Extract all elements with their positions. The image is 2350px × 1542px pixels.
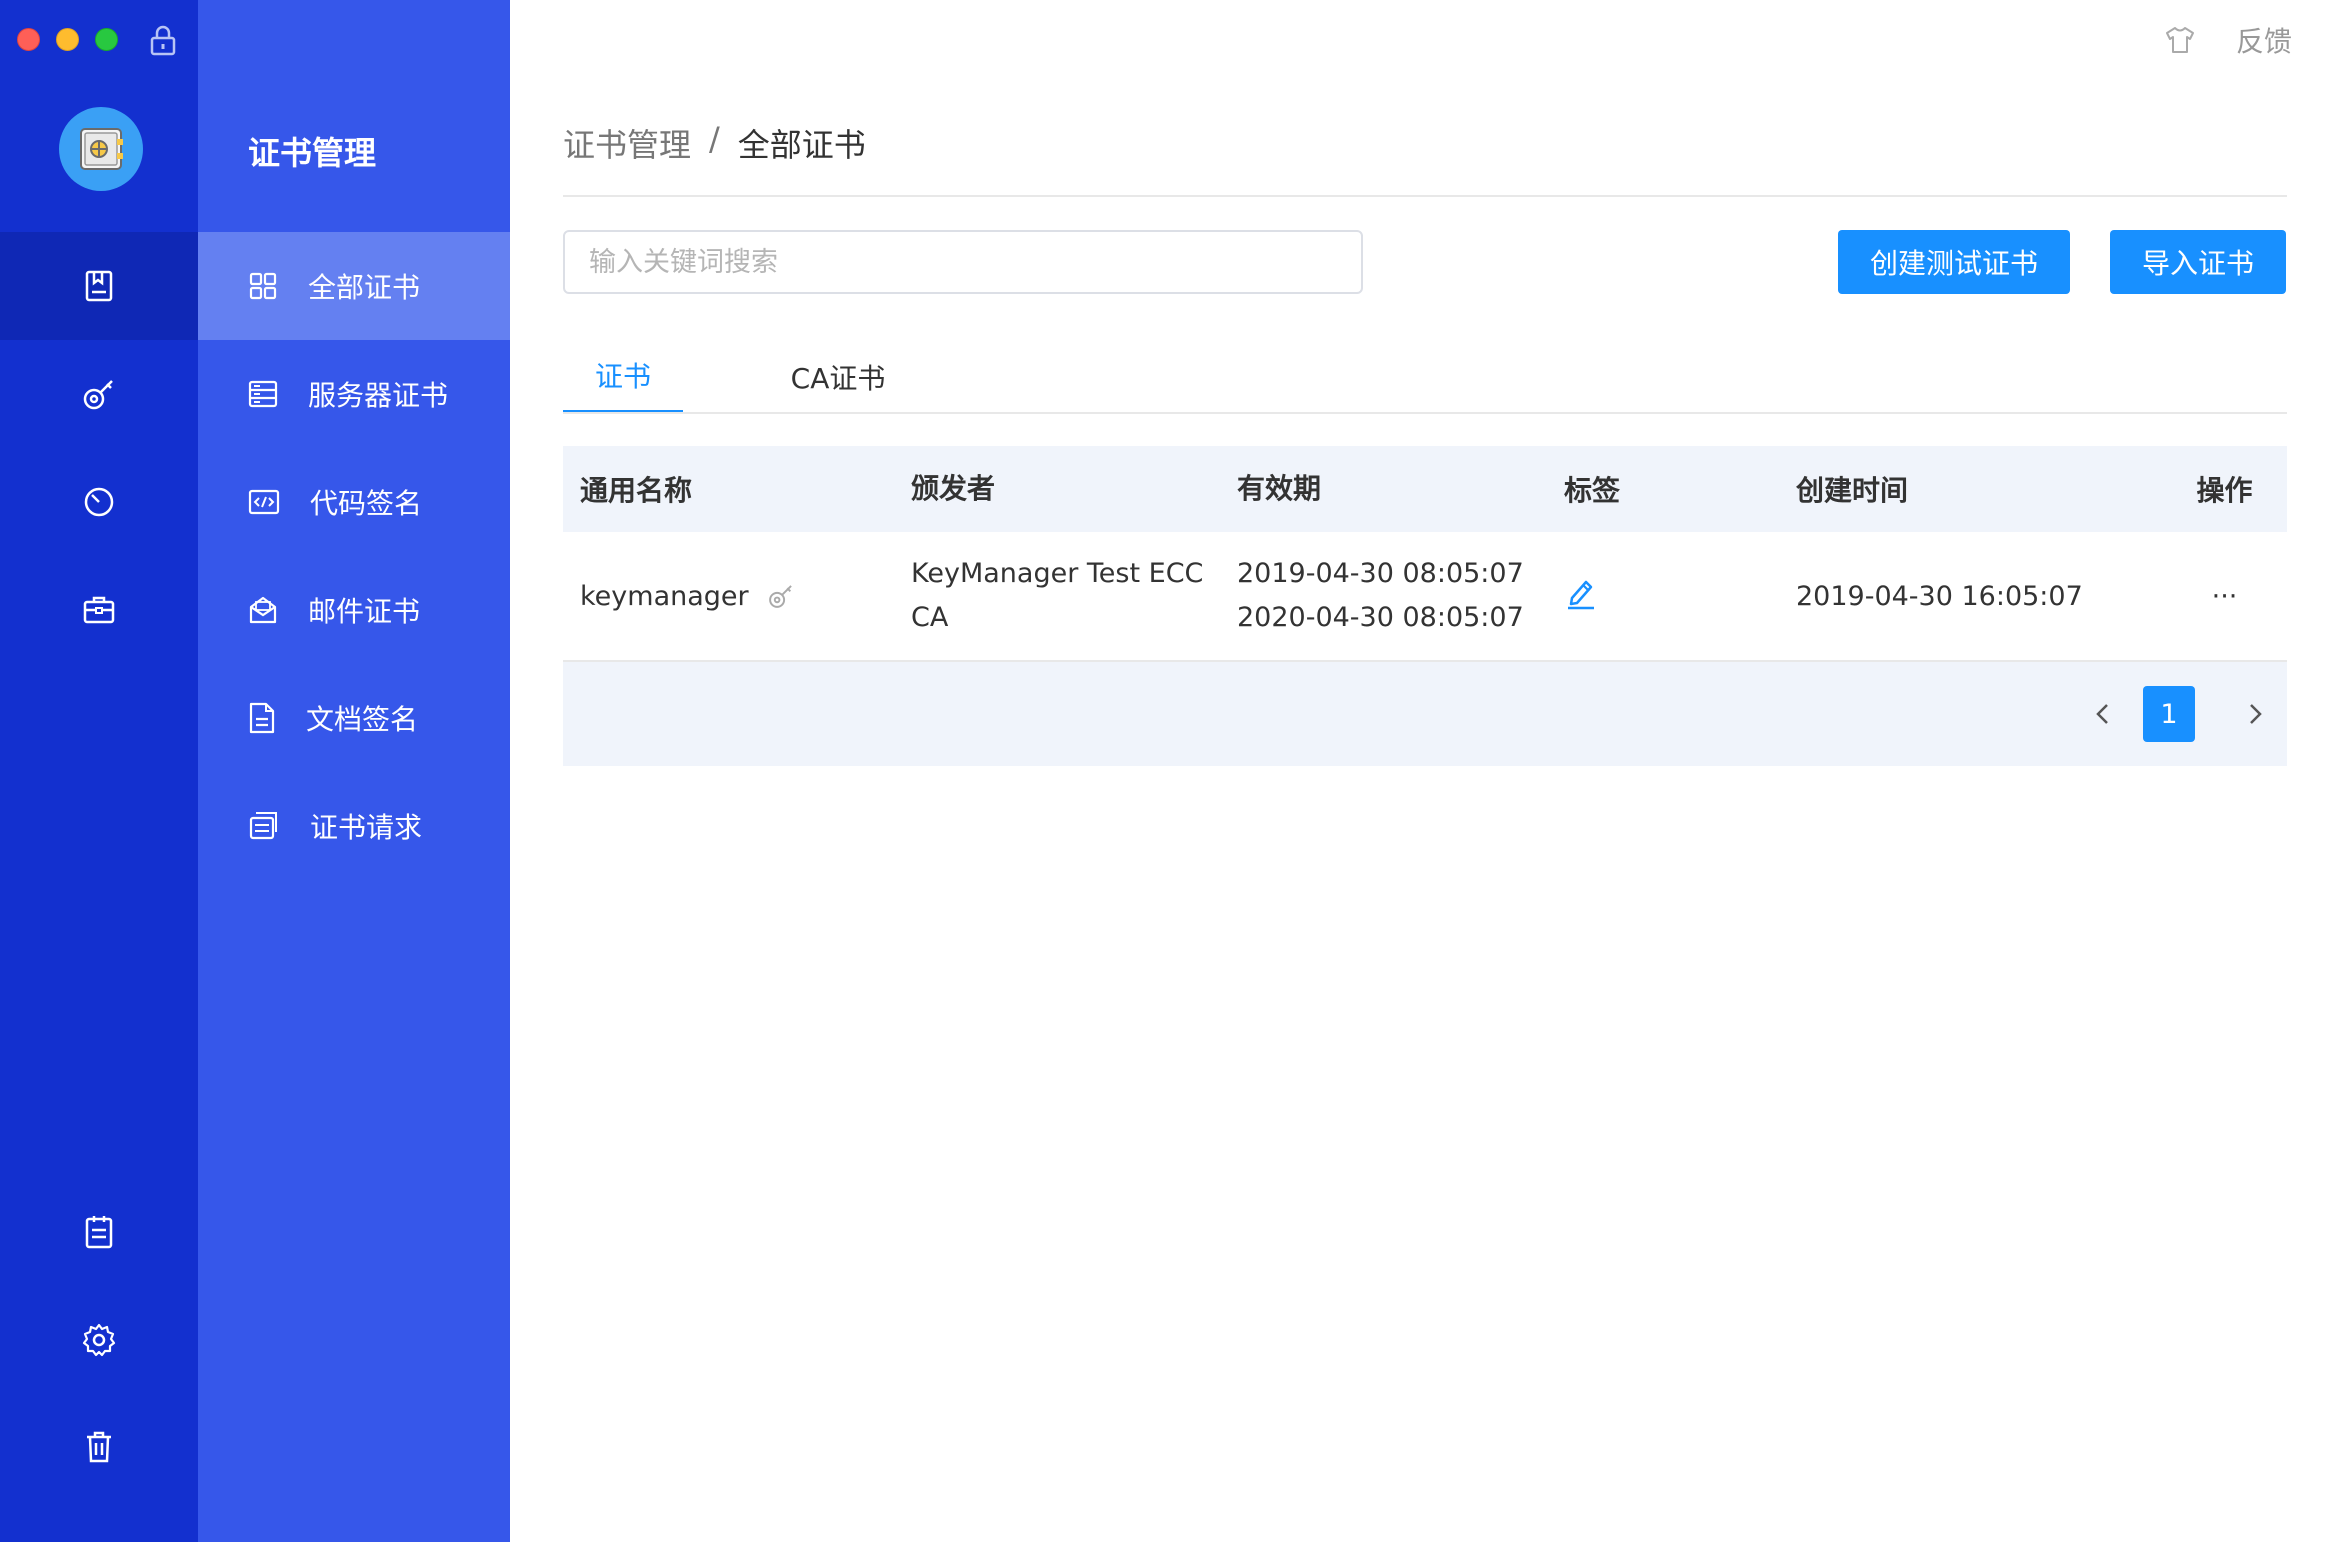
edit-icon[interactable] [1564, 576, 1598, 610]
key-icon [768, 585, 792, 608]
mail-icon [249, 596, 277, 624]
lock-icon[interactable] [148, 24, 178, 60]
rail-keys[interactable] [0, 340, 198, 448]
menu-item-label: 证书请求 [310, 811, 423, 844]
rail-certificates[interactable] [0, 232, 198, 340]
certificate-table: 通用名称 颁发者 有效期 标签 创建时间 操作 keymanager KeyMa… [563, 446, 2287, 766]
cell-validity: 2019-04-30 08:05:07 2020-04-30 08:05:07 [1237, 552, 1564, 640]
previous-page-button[interactable] [2081, 692, 2125, 736]
feedback-link[interactable]: 反馈 [2236, 20, 2292, 60]
next-page-button[interactable] [2233, 692, 2277, 736]
column-header-tags[interactable]: 标签 [1564, 469, 1796, 509]
submenu-panel: 证书管理 全部证书 服务器证书 代码签名 邮件证书 文档签名 证书请求 [198, 0, 510, 1542]
chevron-right-icon [2250, 704, 2262, 724]
column-header-created[interactable]: 创建时间 [1796, 469, 2162, 509]
briefcase-icon [83, 596, 115, 624]
menu-item-label: 文档签名 [306, 703, 419, 736]
cell-common-name: keymanager [563, 581, 911, 612]
menu-item-label: 邮件证书 [308, 595, 421, 628]
rail-logs[interactable] [0, 1178, 198, 1286]
tab-certificates[interactable]: 证书 [563, 340, 683, 414]
key-icon [83, 380, 113, 410]
valid-to: 2020-04-30 08:05:07 [1237, 602, 1524, 633]
zoom-window-button[interactable] [95, 28, 118, 51]
app-logo [59, 107, 143, 191]
menu-item-server-certificates[interactable]: 服务器证书 [198, 340, 510, 448]
cell-tags [1564, 576, 1796, 617]
search-input[interactable] [563, 230, 1363, 294]
minimize-window-button[interactable] [56, 28, 79, 51]
breadcrumb-current: 全部证书 [737, 126, 866, 164]
window-controls [17, 28, 118, 51]
tab-bar: 证书 CA证书 [563, 340, 2287, 414]
breadcrumb-separator: / [709, 120, 720, 158]
rail-timer[interactable] [0, 448, 198, 556]
app-window: 证书管理 全部证书 服务器证书 代码签名 邮件证书 文档签名 证书请求 反馈 证… [0, 0, 2350, 1542]
topbar-actions: 反馈 [2164, 20, 2292, 60]
clock-icon [84, 487, 114, 517]
menu-item-label: 全部证书 [308, 271, 421, 304]
column-header-common-name[interactable]: 通用名称 [563, 469, 911, 509]
create-test-certificate-button[interactable]: 创建测试证书 [1838, 230, 2070, 294]
column-header-issuer[interactable]: 颁发者 [911, 467, 1237, 511]
breadcrumb-parent[interactable]: 证书管理 [563, 120, 691, 166]
grid-icon [249, 272, 277, 300]
table-header: 通用名称 颁发者 有效期 标签 创建时间 操作 [563, 446, 2287, 532]
table-row[interactable]: keymanager KeyManager Test ECC CA 2019-0… [563, 532, 2287, 662]
header-divider [563, 195, 2287, 197]
close-window-button[interactable] [17, 28, 40, 51]
column-header-actions: 操作 [2196, 474, 2253, 507]
import-certificate-button[interactable]: 导入证书 [2110, 230, 2286, 294]
certificate-icon [85, 270, 113, 302]
trash-icon [87, 1431, 111, 1463]
issuer-line-1: KeyManager Test ECC [911, 558, 1204, 589]
menu-item-all-certificates[interactable]: 全部证书 [198, 232, 510, 340]
issuer-line-2: CA [911, 602, 949, 633]
icon-rail [0, 0, 198, 1542]
menu-item-code-signing[interactable]: 代码签名 [198, 448, 510, 556]
menu-item-label: 代码签名 [310, 487, 423, 520]
breadcrumb: 证书管理 / 全部证书 [563, 120, 866, 166]
menu-item-document-signing[interactable]: 文档签名 [198, 664, 510, 772]
tab-ca-certificates[interactable]: CA证书 [763, 340, 913, 414]
shirt-icon[interactable] [2164, 25, 2196, 55]
more-actions-button[interactable]: ··· [2162, 581, 2287, 612]
document-icon [249, 702, 275, 734]
gear-icon [82, 1323, 116, 1357]
submenu-title: 证书管理 [248, 134, 377, 172]
main-content: 反馈 证书管理 / 全部证书 创建测试证书 导入证书 证书 CA证书 通用名称 … [510, 0, 2350, 1542]
safe-icon [80, 128, 123, 170]
rail-trash[interactable] [0, 1393, 198, 1501]
chevron-left-icon [2096, 704, 2108, 724]
column-header-validity[interactable]: 有效期 [1237, 467, 1564, 511]
page-number-current[interactable]: 1 [2143, 686, 2195, 742]
cell-created: 2019-04-30 16:05:07 [1796, 580, 2083, 612]
pagination: 1 [563, 662, 2287, 766]
valid-from: 2019-04-30 08:05:07 [1237, 558, 1524, 589]
certificate-name[interactable]: keymanager [580, 581, 749, 612]
rail-settings[interactable] [0, 1286, 198, 1394]
code-icon [248, 489, 280, 515]
clipboard-icon [85, 1216, 113, 1249]
menu-item-certificate-requests[interactable]: 证书请求 [198, 772, 510, 880]
tabs-divider [563, 412, 2287, 414]
cell-issuer: KeyManager Test ECC CA [911, 552, 1237, 640]
server-icon [248, 380, 278, 408]
request-icon [249, 812, 277, 840]
menu-item-mail-certificates[interactable]: 邮件证书 [198, 556, 510, 664]
menu-item-label: 服务器证书 [308, 379, 449, 412]
rail-toolbox[interactable] [0, 556, 198, 664]
